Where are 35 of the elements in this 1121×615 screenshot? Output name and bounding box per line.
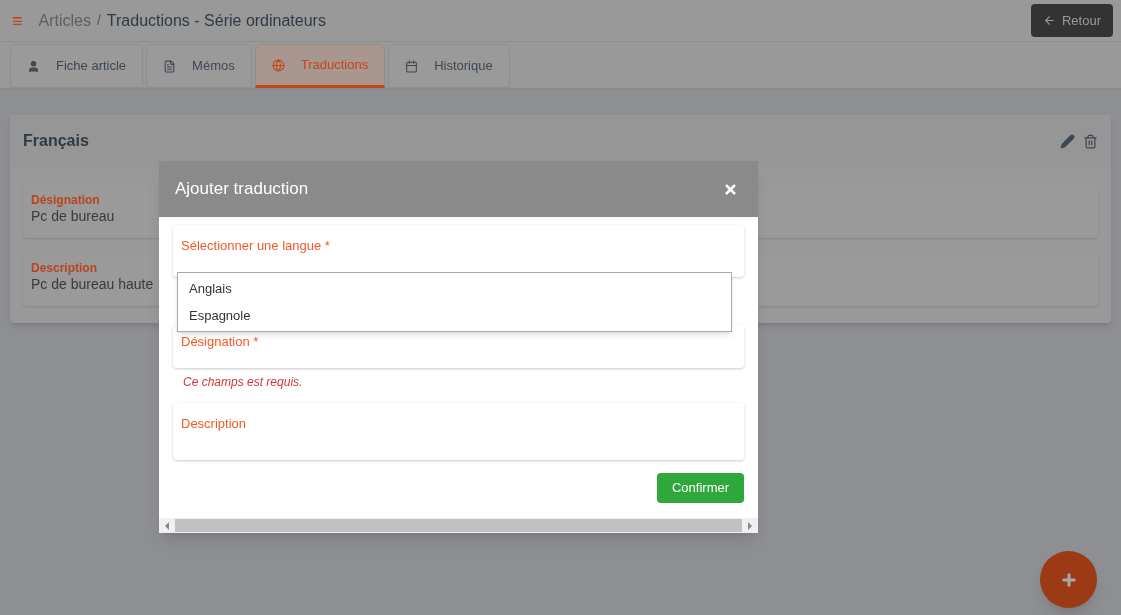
- tab[interactable]: Historique: [388, 44, 510, 88]
- calendar-icon: [405, 59, 419, 73]
- horizontal-scrollbar[interactable]: [159, 518, 758, 533]
- modal-title: Ajouter traduction: [175, 178, 309, 201]
- breadcrumb-separator: /: [96, 11, 101, 30]
- dropdown-option[interactable]: Anglais: [178, 275, 731, 302]
- field-label: Désignation *: [181, 334, 259, 349]
- scroll-right-icon[interactable]: [748, 521, 752, 530]
- edit-icon[interactable]: [1060, 133, 1075, 149]
- tab[interactable]: Mémos: [146, 44, 252, 88]
- field-label: Description: [31, 261, 98, 276]
- field-label: Désignation: [31, 193, 101, 208]
- field-label: Description: [181, 416, 247, 431]
- add-button[interactable]: [1040, 551, 1097, 608]
- error-message: Ce champs est requis.: [182, 375, 304, 390]
- page-title: Traductions - Série ordinateurs: [106, 10, 326, 31]
- confirm-button[interactable]: Confirmer: [657, 473, 744, 503]
- close-button[interactable]: [723, 181, 738, 197]
- field-label: Sélectionner une langue *: [181, 238, 330, 253]
- document-icon: [163, 59, 177, 73]
- field-value: Pc de bureau: [31, 208, 115, 224]
- person-icon: [27, 59, 40, 73]
- globe-icon: [271, 58, 285, 72]
- field-value: Pc de bureau haute: [31, 276, 154, 292]
- scroll-left-icon[interactable]: [165, 521, 169, 530]
- menu-button[interactable]: ≡: [12, 11, 23, 30]
- tab[interactable]: Traductions: [254, 44, 386, 88]
- breadcrumb-link[interactable]: Articles: [38, 8, 91, 33]
- plus-icon: [1059, 570, 1078, 589]
- card-title: Français: [23, 131, 89, 151]
- description-field[interactable]: Description: [173, 403, 744, 460]
- back-button[interactable]: Retour: [1030, 4, 1113, 37]
- delete-icon[interactable]: [1083, 133, 1098, 149]
- tab[interactable]: Fiche article: [10, 44, 144, 88]
- arrow-left-icon: [1042, 14, 1056, 27]
